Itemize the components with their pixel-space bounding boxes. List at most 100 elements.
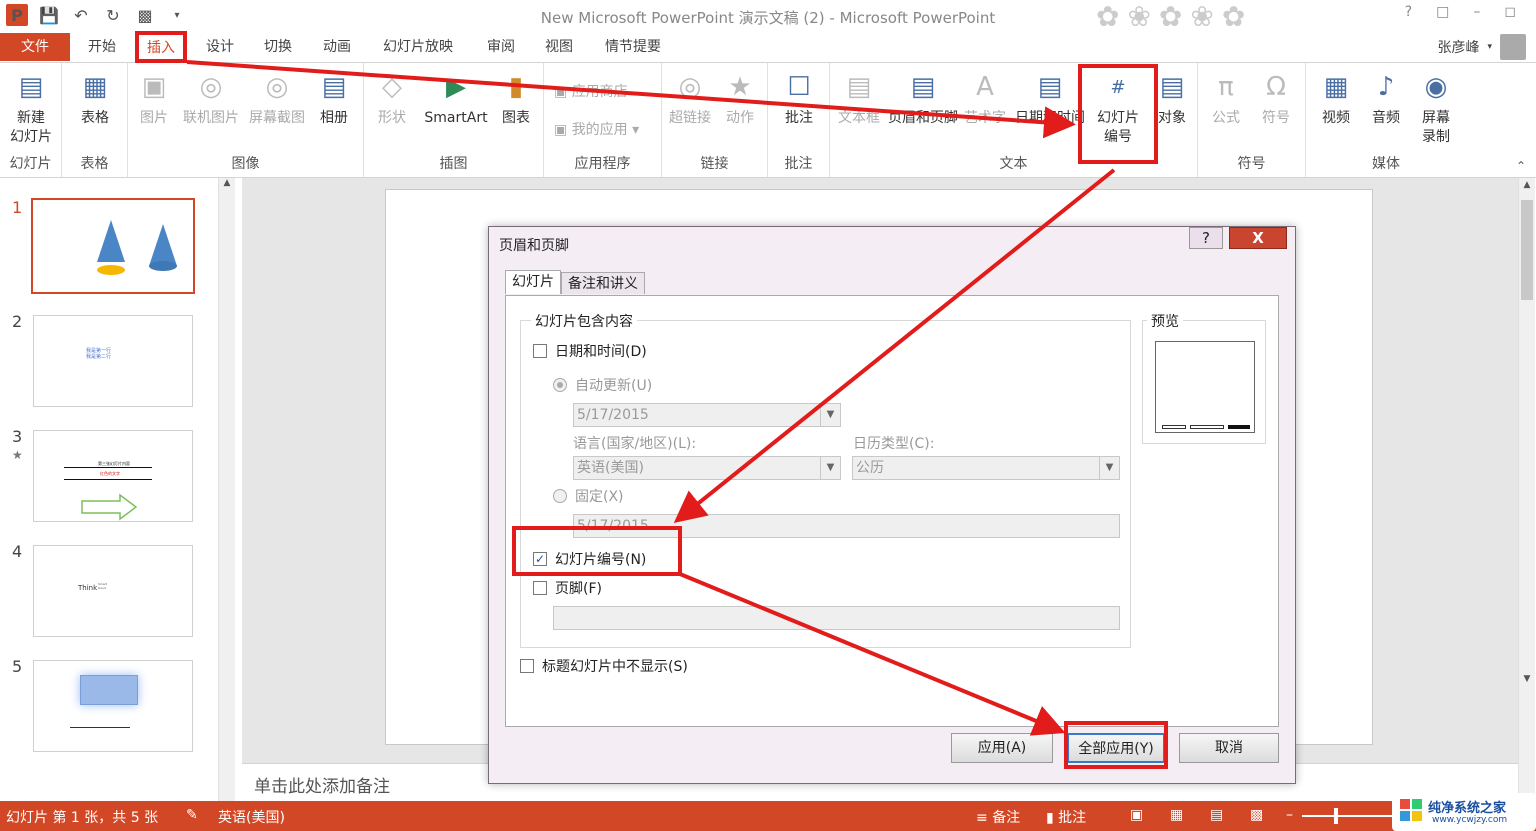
dialog-tabs: 幻灯片 备注和讲义 [505,270,645,294]
user-account[interactable]: 张彦峰 ▾ [1437,33,1526,61]
status-notes-button[interactable]: ≡ 备注 [976,807,1020,827]
status-bar: 幻灯片 第 1 张，共 5 张 ✎ 英语(美国) ≡ 备注 ▮ 批注 ▣ ▦ ▤… [0,801,1536,831]
group-illustrations: ◇ 形状 ▶ SmartArt ▮ 图表 插图 [364,63,544,177]
slideshow-view-icon[interactable]: ▩ [1250,807,1263,823]
picture-icon: ▣ [141,71,167,102]
thumbnails-scrollbar[interactable]: ▲ [218,178,235,801]
fixed-date-radio[interactable] [553,489,567,503]
table-button[interactable]: ▦ 表格 [70,69,120,128]
spellcheck-icon[interactable]: ✎ [186,807,198,823]
slide-sorter-icon[interactable]: ▦ [1170,807,1183,823]
slide-thumbnail-5[interactable] [33,660,193,752]
no-title-slide-checkbox[interactable] [520,659,534,673]
include-legend: 幻灯片包含内容 [531,311,637,331]
action-button[interactable]: ★ 动作 [718,69,762,128]
auto-update-option[interactable]: 自动更新(U) [553,375,652,395]
main-scroll-thumb[interactable] [1521,200,1533,300]
slide-thumbnails-pane: 1 2 我是第一行 我是第二行 3 ★ 第三张幻灯片内容 红色的文字 4 Thi… [0,178,240,801]
ribbon-display-icon[interactable]: □ [1436,4,1449,20]
no-title-slide-option[interactable]: 标题幻灯片中不显示(S) [520,656,688,676]
auto-update-radio[interactable] [553,378,567,392]
slide-thumbnail-4[interactable]: Think Smart Good [33,545,193,637]
shapes-icon: ◇ [382,71,402,102]
footer-checkbox[interactable] [533,581,547,595]
datetime-button[interactable]: ▤ 日期和时间 [1012,69,1088,128]
maximize-icon[interactable]: ◻ [1504,4,1516,20]
tab-view[interactable]: 视图 [535,33,583,61]
video-button[interactable]: ▦ 视频 [1314,69,1358,128]
status-language[interactable]: 英语(美国) [218,807,285,827]
tab-slide[interactable]: 幻灯片 [505,270,561,294]
slide-thumbnail-1[interactable] [31,198,195,294]
slide-number-checkbox[interactable]: ✓ [533,552,547,566]
zoom-out-icon[interactable]: – [1286,807,1293,823]
status-notes-label: 备注 [992,810,1021,826]
tab-home[interactable]: 开始 [78,33,126,61]
hyperlink-button[interactable]: ◎ 超链接 [666,69,714,128]
new-slide-button[interactable]: ▤ 新建 幻灯片 [2,69,60,147]
screen-record-button[interactable]: ◉ 屏幕 录制 [1414,69,1458,147]
main-scroll-up-icon[interactable]: ▲ [1519,180,1535,190]
fixed-date-input[interactable]: 5/17/2015 [573,514,1120,538]
preview-group: 预览 [1142,311,1266,444]
fixed-date-label: 固定(X) [575,489,624,505]
zoom-slider-thumb[interactable] [1334,808,1338,824]
tab-review[interactable]: 审阅 [477,33,525,61]
main-scroll-down-icon[interactable]: ▼ [1519,674,1535,684]
slide-number-button[interactable]: # 幻灯片 编号 [1088,69,1148,147]
footer-option[interactable]: 页脚(F) [533,578,602,598]
wordart-button[interactable]: A 艺术字 [962,69,1008,128]
cancel-button[interactable]: 取消 [1179,733,1279,763]
collapse-ribbon-icon[interactable]: ⌃ [1516,159,1526,173]
tab-insert[interactable]: 插入 [136,33,186,63]
slide-number-option[interactable]: ✓ 幻灯片编号(N) [533,549,646,569]
tab-transitions[interactable]: 切换 [254,33,302,61]
app-store-button[interactable]: ▣ 应用商店 [554,81,628,101]
tab-slideshow[interactable]: 幻灯片放映 [373,33,463,61]
reading-view-icon[interactable]: ▤ [1210,807,1223,823]
textbox-button[interactable]: ▤ 文本框 [834,69,884,128]
dialog-help-button[interactable]: ? [1189,227,1223,249]
apply-button[interactable]: 应用(A) [951,733,1053,763]
comment-button[interactable]: ☐ 批注 [776,69,822,128]
audio-button[interactable]: ♪ 音频 [1364,69,1408,128]
datetime-option[interactable]: 日期和时间(D) [533,341,647,361]
header-footer-button[interactable]: ▤ 页眉和页脚 [886,69,960,128]
online-picture-button[interactable]: ◎ 联机图片 [180,69,242,128]
minimize-icon[interactable]: – [1473,4,1480,20]
slide-thumbnail-2[interactable]: 我是第一行 我是第二行 [33,315,193,407]
apply-all-button[interactable]: 全部应用(Y) [1067,733,1165,763]
dialog-close-button[interactable]: X [1229,227,1287,249]
calendar-select[interactable]: 公历 ▼ [852,456,1120,480]
date-format-select[interactable]: 5/17/2015 ▼ [573,403,841,427]
tab-notes-handouts[interactable]: 备注和讲义 [561,272,645,294]
fixed-date-value: 5/17/2015 [577,518,649,534]
dialog-title: 页眉和页脚 [499,238,569,254]
language-select[interactable]: 英语(美国) ▼ [573,456,841,480]
smartart-button[interactable]: ▶ SmartArt [418,69,494,128]
main-scrollbar[interactable]: ▲ ▼ [1518,178,1535,801]
picture-button[interactable]: ▣ 图片 [134,69,174,128]
screenshot-button[interactable]: ◎ 屏幕截图 [246,69,308,128]
tab-design[interactable]: 设计 [196,33,244,61]
slide-thumbnail-3[interactable]: 第三张幻灯片内容 红色的文字 [33,430,193,522]
equation-button[interactable]: π 公式 [1204,69,1248,128]
tab-animations[interactable]: 动画 [313,33,361,61]
scroll-up-icon[interactable]: ▲ [219,178,235,188]
album-button[interactable]: ▤ 相册 [314,69,354,128]
datetime-checkbox[interactable] [533,344,547,358]
chart-button[interactable]: ▮ 图表 [496,69,536,128]
object-button[interactable]: ▤ 对象 [1152,69,1192,128]
user-name: 张彦峰 [1437,40,1480,56]
fixed-date-option[interactable]: 固定(X) [553,486,624,506]
symbol-button[interactable]: Ω 符号 [1254,69,1298,128]
tab-file[interactable]: 文件 [0,33,70,61]
footer-input[interactable] [553,606,1120,630]
shapes-button[interactable]: ◇ 形状 [372,69,412,128]
status-comments-button[interactable]: ▮ 批注 [1046,807,1086,827]
my-apps-button[interactable]: ▣ 我的应用 ▾ [554,119,639,139]
help-icon[interactable]: ? [1405,4,1412,20]
tab-storyboard[interactable]: 情节提要 [595,33,671,61]
normal-view-icon[interactable]: ▣ [1130,807,1143,823]
zoom-slider[interactable] [1302,815,1392,817]
